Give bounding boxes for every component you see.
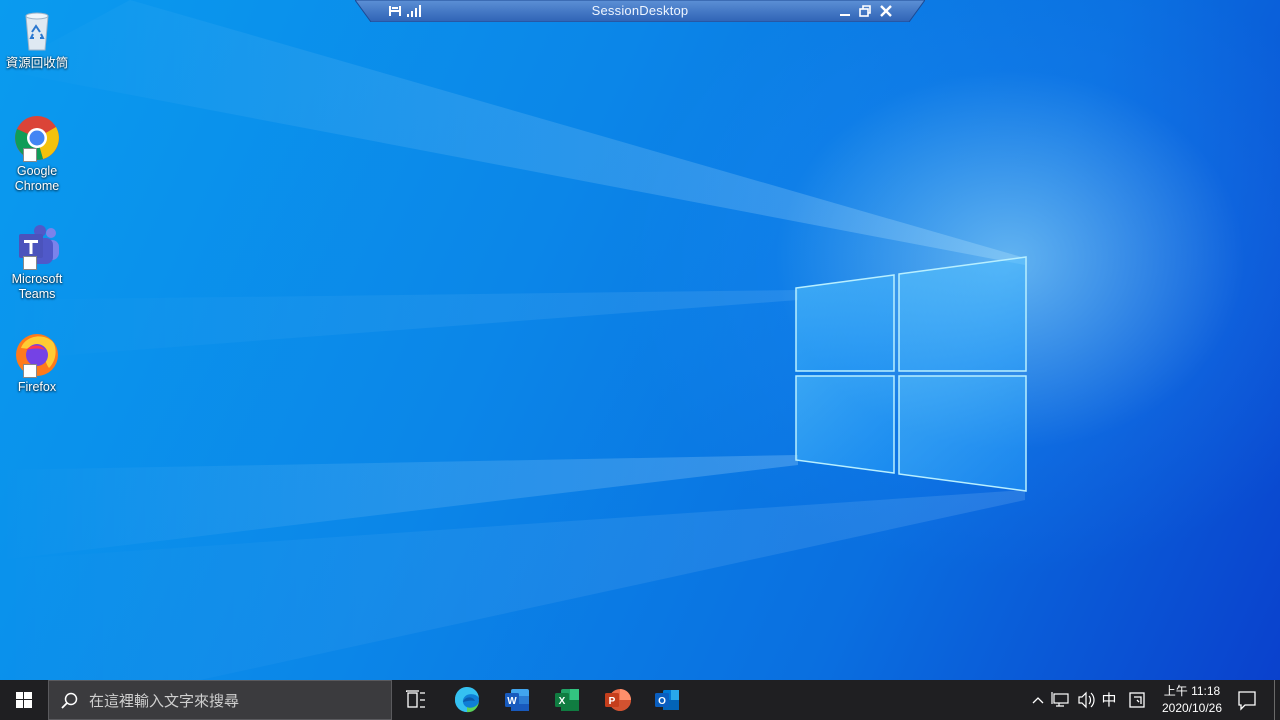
taskbar-edge[interactable]: [443, 680, 491, 720]
taskbar-powerpoint[interactable]: P: [593, 680, 641, 720]
chrome-icon: [13, 114, 61, 162]
desktop-icon-label: Firefox: [17, 380, 57, 394]
taskbar-word[interactable]: W: [493, 680, 541, 720]
close-icon[interactable]: [878, 3, 894, 19]
word-icon: W: [505, 689, 529, 711]
desktop-icon-google-chrome[interactable]: Google Chrome: [1, 114, 73, 194]
ime-mode-button[interactable]: [1126, 680, 1148, 720]
action-center-button[interactable]: [1234, 680, 1260, 720]
clock-time: 上午 11:18: [1163, 684, 1221, 698]
powerpoint-letter: P: [609, 696, 616, 707]
restore-icon[interactable]: [857, 3, 873, 19]
session-desktop-bar[interactable]: SessionDesktop: [355, 0, 925, 22]
task-view-icon: [406, 690, 425, 708]
volume-button[interactable]: [1075, 680, 1097, 720]
shortcut-arrow-icon: [23, 256, 37, 270]
show-hidden-icons-button[interactable]: [1028, 680, 1048, 720]
network-button[interactable]: [1050, 680, 1074, 720]
taskbar: W X P: [0, 680, 1280, 720]
desktop[interactable]: 資源回收筒 Google Chrome Microsoft Teams Fire…: [0, 0, 1280, 720]
outlook-icon: O: [655, 690, 679, 710]
ime-mode-icon: [1129, 692, 1145, 708]
desktop-icon-firefox[interactable]: Firefox: [1, 330, 73, 395]
taskbar-outlook[interactable]: O: [643, 680, 691, 720]
outlook-letter: O: [658, 696, 666, 707]
wallpaper-light-beams: [0, 0, 1025, 680]
desktop-icon-recycle-bin[interactable]: 資源回收筒: [1, 6, 73, 71]
taskbar-search-box[interactable]: [48, 680, 392, 720]
network-icon: [1051, 692, 1069, 707]
windows-start-icon: [16, 692, 32, 708]
chevron-up-icon: [1032, 697, 1044, 704]
minimize-icon[interactable]: [837, 3, 853, 19]
search-icon: [61, 692, 78, 709]
desktop-icon-label: Microsoft Teams: [11, 272, 63, 301]
word-letter: W: [507, 696, 517, 707]
shortcut-arrow-icon: [23, 364, 37, 378]
teams-icon: [13, 222, 61, 270]
task-view-button[interactable]: [392, 680, 440, 720]
desktop-icon-microsoft-teams[interactable]: Microsoft Teams: [1, 222, 73, 302]
desktop-icon-label: Google Chrome: [14, 164, 60, 193]
windows-logo-wallpaper: [795, 256, 1027, 492]
shortcut-arrow-icon: [23, 148, 37, 162]
edge-icon: [454, 686, 479, 713]
notification-icon: [1238, 691, 1256, 711]
clock-date: 2020/10/26: [1161, 701, 1223, 715]
start-button[interactable]: [0, 680, 48, 720]
desktop-icon-label: 資源回收筒: [5, 56, 69, 70]
search-input[interactable]: [87, 689, 381, 713]
taskbar-clock[interactable]: 上午 11:18 2020/10/26: [1152, 683, 1232, 717]
excel-letter: X: [559, 696, 566, 707]
show-desktop-button[interactable]: [1274, 680, 1280, 720]
taskbar-excel[interactable]: X: [543, 680, 591, 720]
firefox-icon: [13, 330, 61, 378]
excel-icon: X: [555, 689, 579, 711]
recycle-bin-icon: [13, 6, 61, 54]
powerpoint-icon: P: [605, 689, 631, 711]
volume-icon: [1078, 691, 1095, 709]
ime-indicator[interactable]: 中: [1098, 680, 1120, 720]
